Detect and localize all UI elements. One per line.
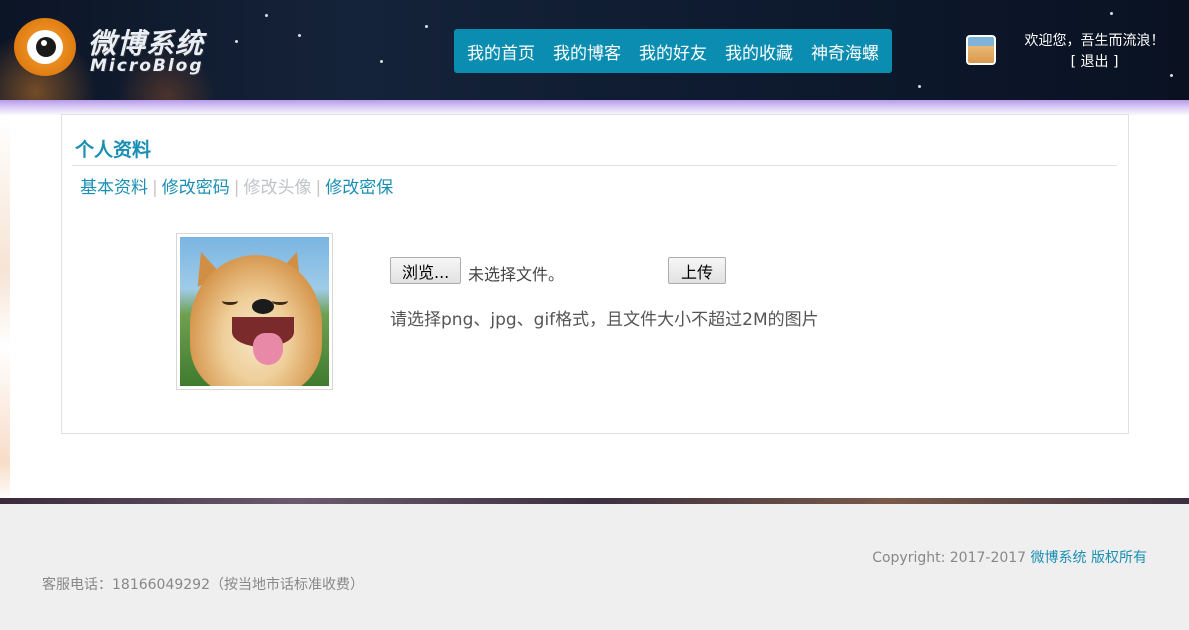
copyright-brand[interactable]: 微博系统 版权所有: [1031, 550, 1147, 566]
welcome-box: 欢迎您，吾生而流浪！ [ 退出 ]: [1012, 31, 1177, 73]
upload-button[interactable]: 上传: [668, 257, 727, 284]
user-avatar[interactable]: [966, 35, 996, 65]
profile-panel: 个人资料 基本资料 | 修改密码 | 修改头像 | 修改密保 浏览... 未选择文件。 上传…: [61, 114, 1129, 434]
file-status: 未选择文件。: [468, 265, 565, 284]
divider: [72, 165, 1117, 166]
eye-logo-icon: [14, 18, 76, 76]
profile-tabs: 基本资料 | 修改密码 | 修改头像 | 修改密保: [80, 173, 393, 198]
avatar-image: [180, 237, 329, 386]
browse-file-button[interactable]: 浏览...: [390, 257, 462, 284]
site-logo[interactable]: 微博系统 MicroBlog: [14, 16, 214, 80]
tab-change-security[interactable]: 修改密保: [325, 178, 393, 198]
logout-link[interactable]: [ 退出 ]: [1012, 52, 1177, 73]
logo-subtitle: MicroBlog: [90, 56, 204, 76]
nav-magic-conch[interactable]: 神奇海螺: [811, 39, 879, 64]
tab-change-avatar[interactable]: 修改头像: [243, 178, 311, 198]
side-decoration: [0, 116, 10, 501]
tab-change-password[interactable]: 修改密码: [162, 178, 230, 198]
current-avatar: [176, 233, 333, 390]
copyright: Copyright: 2017-2017 微博系统 版权所有: [872, 547, 1147, 567]
upload-hint: 请选择png、jpg、gif格式，且文件大小不超过2M的图片: [390, 310, 819, 330]
service-phone: 客服电话：18166049292（按当地市话标准收费）: [42, 577, 364, 593]
separator: |: [233, 178, 240, 198]
welcome-text: 欢迎您，吾生而流浪！: [1024, 33, 1165, 49]
nav-my-blog[interactable]: 我的博客: [553, 39, 621, 64]
nav-my-friends[interactable]: 我的好友: [639, 39, 707, 64]
nav-my-favorites[interactable]: 我的收藏: [725, 39, 793, 64]
nav-home[interactable]: 我的首页: [467, 39, 535, 64]
panel-title: 个人资料: [75, 139, 152, 161]
separator: |: [315, 178, 322, 198]
tab-basic-info[interactable]: 基本资料: [80, 178, 148, 198]
main-nav: 我的首页 我的博客 我的好友 我的收藏 神奇海螺: [454, 29, 892, 73]
copyright-years: Copyright: 2017-2017: [872, 550, 1027, 566]
site-header: 微博系统 MicroBlog 我的首页 我的博客 我的好友 我的收藏 神奇海螺 …: [0, 0, 1189, 102]
site-footer: Copyright: 2017-2017 微博系统 版权所有 客服电话：1816…: [0, 504, 1189, 630]
separator: |: [152, 178, 158, 198]
